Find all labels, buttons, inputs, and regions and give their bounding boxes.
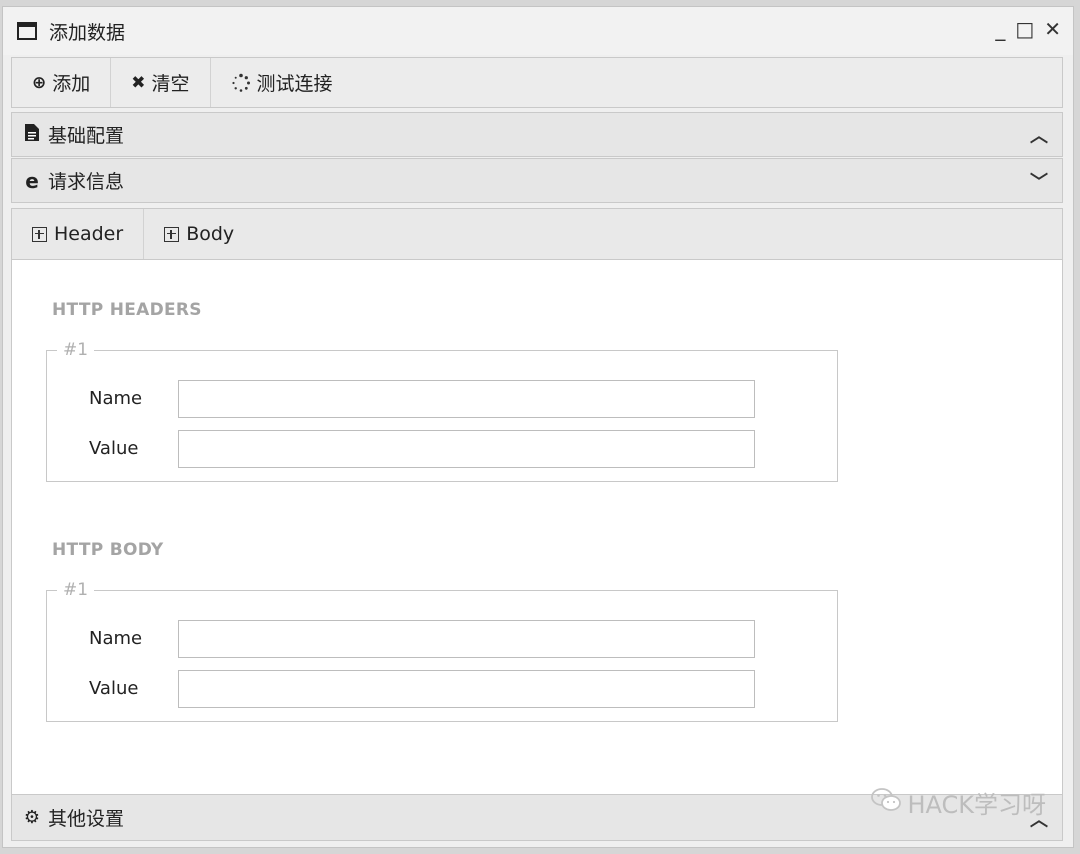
spinner-icon [231, 73, 250, 92]
add-header-label: Header [54, 223, 124, 245]
body-group: #1 Name Value [46, 580, 838, 722]
gears-icon: ⚙ [23, 807, 41, 828]
body-name-input[interactable] [178, 620, 755, 658]
clear-button-label: 清空 [151, 73, 190, 95]
body-name-label: Name [89, 628, 143, 649]
header-name-input[interactable] [178, 380, 755, 418]
file-text-icon [22, 123, 42, 146]
maximize-button[interactable]: □ [1015, 19, 1034, 39]
add-header-button[interactable]: Header [12, 209, 145, 259]
plus-circle-icon: ⊕ [32, 72, 47, 93]
section-request-label: 请求信息 [48, 171, 125, 193]
wechat-icon [871, 787, 902, 818]
chevron-up-icon: ︿ [1030, 126, 1048, 147]
window-title: 添加数据 [49, 21, 126, 44]
times-icon: ✖ [131, 72, 146, 93]
section-basic-label: 基础配置 [48, 125, 125, 147]
minimize-button[interactable]: _ [995, 19, 1005, 39]
header-group-legend: #1 [63, 340, 89, 360]
body-value-label: Value [89, 678, 139, 699]
body-group-legend: #1 [63, 580, 89, 600]
test-connection-label: 测试连接 [256, 73, 333, 95]
header-value-label: Value [89, 438, 139, 459]
add-button[interactable]: ⊕ 添加 [12, 58, 112, 107]
header-group: #1 Name Value [46, 340, 838, 482]
clear-button[interactable]: ✖ 清空 [111, 58, 211, 107]
watermark-text: HACK学习呀 [907, 791, 1046, 819]
header-value-row: Value [47, 430, 837, 470]
plus-square-icon [164, 226, 180, 242]
body-name-row: Name [47, 620, 837, 660]
http-body-title: HTTP BODY [52, 540, 164, 560]
window-icon [17, 22, 37, 40]
header-name-label: Name [89, 388, 143, 409]
watermark: HACK学习呀 [871, 785, 1046, 820]
close-button[interactable]: ✕ [1044, 19, 1061, 39]
main-toolbar: ⊕ 添加 ✖ 清空 测试连接 [11, 57, 1063, 108]
section-other-label: 其他设置 [48, 808, 125, 830]
add-button-label: 添加 [52, 73, 91, 95]
add-body-label: Body [186, 223, 235, 245]
add-data-window: 添加数据 _ □ ✕ ⊕ 添加 ✖ 清空 测试连接 基础配置 ︿ e 请求信息 … [2, 6, 1074, 848]
window-titlebar[interactable]: 添加数据 _ □ ✕ [3, 7, 1073, 55]
chevron-down-icon: ﹀ [1030, 172, 1048, 193]
http-headers-title: HTTP HEADERS [52, 300, 202, 320]
body-value-row: Value [47, 670, 837, 710]
window-controls: _ □ ✕ [995, 19, 1061, 39]
plus-square-icon [32, 226, 47, 242]
section-basic-config[interactable]: 基础配置 ︿ [11, 112, 1063, 157]
section-request-info[interactable]: e 请求信息 ﹀ [11, 158, 1063, 203]
header-name-row: Name [47, 380, 837, 420]
edge-browser-icon: e [25, 168, 39, 193]
add-body-button[interactable]: Body [144, 209, 254, 259]
test-connection-button[interactable]: 测试连接 [211, 58, 353, 107]
body-value-input[interactable] [178, 670, 755, 708]
request-subtoolbar: Header Body [11, 208, 1063, 260]
request-content-panel: HTTP HEADERS #1 Name Value HTTP BODY #1 … [11, 260, 1063, 794]
header-value-input[interactable] [178, 430, 755, 468]
